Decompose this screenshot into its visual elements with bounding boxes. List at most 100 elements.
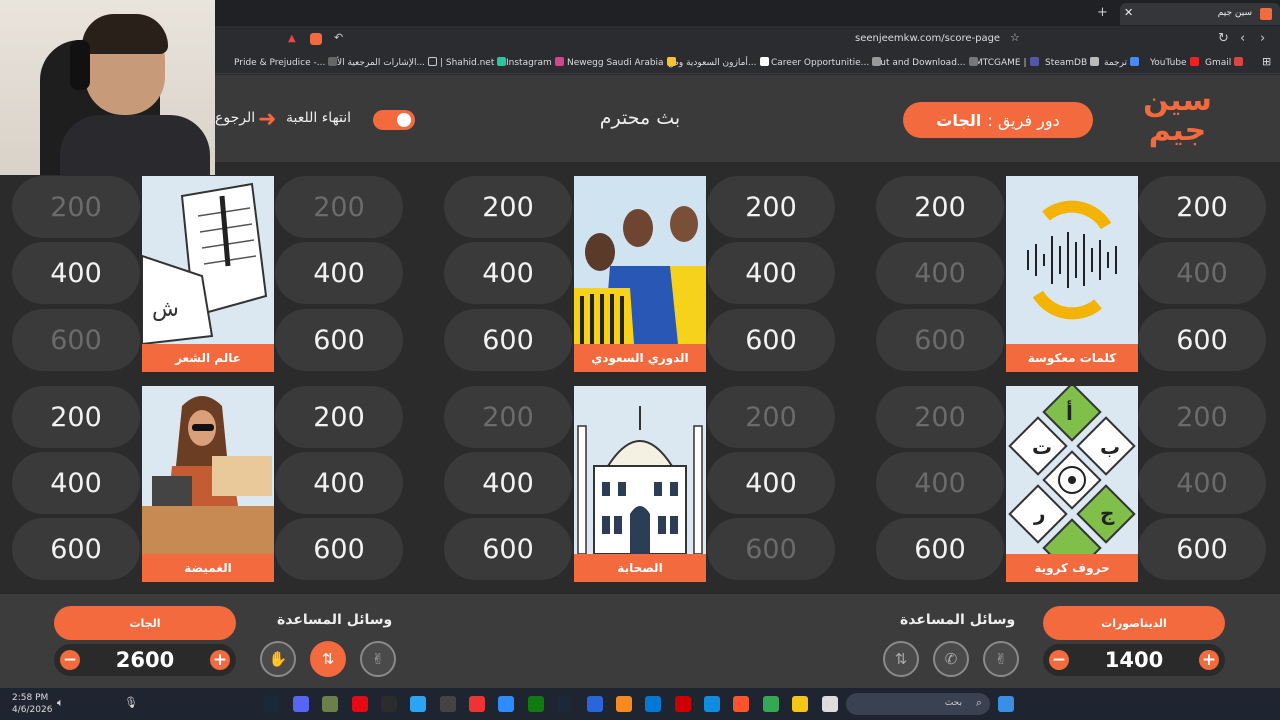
- search-icon: ⌕: [975, 696, 982, 709]
- forward-nav-icon[interactable]: ›: [1260, 31, 1265, 46]
- bookmark-item[interactable]: ترجمة: [1104, 57, 1142, 68]
- apps-grid-icon[interactable]: ⊞: [1262, 55, 1271, 68]
- davinci-icon[interactable]: [381, 696, 397, 712]
- xbox-icon[interactable]: [528, 696, 544, 712]
- points-button[interactable]: 400: [275, 452, 403, 514]
- end-game-button[interactable]: انتهاء اللعبة: [286, 110, 351, 126]
- discord-icon[interactable]: [293, 696, 309, 712]
- app-icon[interactable]: [675, 696, 691, 712]
- team-score-right: − 1400 +: [1043, 644, 1225, 676]
- hand-icon[interactable]: ✋: [260, 641, 296, 677]
- steam-icon[interactable]: [557, 696, 573, 712]
- points-button[interactable]: 600: [275, 518, 403, 580]
- taskbar-search[interactable]: بحث ⌕: [846, 693, 990, 715]
- points-button[interactable]: 200: [707, 176, 835, 238]
- category-label: الصحابة: [574, 554, 706, 582]
- game-title: بث محترم: [599, 107, 681, 129]
- team-score-left: − 2600 +: [54, 644, 236, 676]
- bookmark-item[interactable]: SteamDB: [1045, 57, 1102, 68]
- points-button[interactable]: 200: [1138, 176, 1266, 238]
- points-button[interactable]: 600: [444, 309, 572, 371]
- score-value: 1400: [1104, 648, 1164, 672]
- share-icon[interactable]: ↶: [334, 31, 343, 44]
- peace-hand-icon[interactable]: ✌: [360, 641, 396, 677]
- app-icon[interactable]: [410, 696, 426, 712]
- points-button[interactable]: 600: [1138, 309, 1266, 371]
- obs-icon[interactable]: [440, 696, 456, 712]
- reload-icon[interactable]: ↻: [1218, 31, 1229, 46]
- points-button[interactable]: 200: [876, 176, 1004, 238]
- points-button[interactable]: 400: [707, 452, 835, 514]
- points-button[interactable]: 400: [12, 452, 140, 514]
- clock[interactable]: 2:58 PM 4/6/2026: [12, 692, 52, 716]
- netflix-icon[interactable]: [352, 696, 368, 712]
- app-icon[interactable]: [822, 696, 838, 712]
- bookmark-item[interactable]: Gmail: [1205, 57, 1246, 68]
- plus-button[interactable]: +: [1199, 650, 1219, 670]
- poetry-paper-icon: ش: [142, 176, 274, 344]
- rewards-icon[interactable]: ▲: [288, 33, 296, 44]
- svg-text:ش: ش: [152, 297, 179, 322]
- bookmark-item[interactable]: Cut and Download...: [874, 57, 981, 68]
- bookmark-item[interactable]: MTCGAME |: [975, 57, 1042, 68]
- bookmark-folder[interactable]: الإشارات المرجعية الأ...: [337, 57, 440, 68]
- brave-shield-icon[interactable]: [310, 33, 322, 45]
- app-icon[interactable]: [587, 696, 603, 712]
- points-button[interactable]: 600: [444, 518, 572, 580]
- media-icon[interactable]: [469, 696, 485, 712]
- category-label: الدوري السعودي: [574, 344, 706, 372]
- bookmark-item[interactable]: أمازون السعودية وص...: [668, 57, 772, 68]
- back-button[interactable]: الرجوع: [215, 110, 255, 126]
- points-button[interactable]: 400: [444, 242, 572, 304]
- svg-text:ر: ر: [1033, 501, 1046, 525]
- points-button[interactable]: 400: [12, 242, 140, 304]
- category-label: الغميضة: [142, 554, 274, 582]
- points-button[interactable]: 400: [275, 242, 403, 304]
- category-label: عالم الشعر: [142, 344, 274, 372]
- two-answers-icon[interactable]: ⇅: [883, 641, 919, 677]
- points-button[interactable]: 600: [12, 518, 140, 580]
- brave-icon[interactable]: [733, 696, 749, 712]
- browser-tab[interactable]: ✕ سين جيم: [1120, 3, 1280, 25]
- bookmark-star-icon[interactable]: ☆: [1010, 31, 1020, 44]
- new-tab-icon[interactable]: +: [1097, 5, 1108, 20]
- points-button[interactable]: 200: [275, 386, 403, 448]
- points-button[interactable]: 600: [876, 518, 1004, 580]
- category-card: الدوري السعودي: [574, 176, 706, 372]
- points-button[interactable]: 400: [707, 242, 835, 304]
- back-nav-icon[interactable]: ‹: [1240, 31, 1245, 46]
- minus-button[interactable]: −: [60, 650, 80, 670]
- bookmark-item[interactable]: | Shahid.net: [440, 57, 509, 68]
- game-toggle[interactable]: [373, 110, 415, 130]
- points-button[interactable]: 600: [707, 309, 835, 371]
- url-text[interactable]: seenjeemkw.com/score-page: [855, 33, 1000, 44]
- aids-title-left: وسائل المساعدة: [277, 612, 393, 628]
- edge-icon[interactable]: [704, 696, 720, 712]
- points-button[interactable]: 600: [275, 309, 403, 371]
- bookmark-item[interactable]: Career Opportunitie...: [771, 57, 884, 68]
- store-icon[interactable]: [645, 696, 661, 712]
- points-button[interactable]: 600: [1138, 518, 1266, 580]
- phone-icon[interactable]: ✆: [933, 641, 969, 677]
- bookmark-item[interactable]: YouTube: [1150, 57, 1202, 68]
- app-icon[interactable]: [322, 696, 338, 712]
- svg-text:أ: أ: [1066, 399, 1073, 425]
- close-tab-icon[interactable]: ✕: [1124, 6, 1133, 19]
- zoom-icon[interactable]: [498, 696, 514, 712]
- two-answers-icon[interactable]: ⇅: [310, 641, 346, 677]
- minus-button[interactable]: −: [1049, 650, 1069, 670]
- plus-button[interactable]: +: [210, 650, 230, 670]
- bookmark-item[interactable]: Newegg Saudi Arabia: [567, 57, 679, 68]
- bookmark-item[interactable]: Instagram: [506, 57, 567, 68]
- vlc-icon[interactable]: [616, 696, 632, 712]
- windows-start-icon[interactable]: [998, 696, 1014, 712]
- mic-icon[interactable]: 🎙︎: [124, 696, 138, 709]
- steam-icon[interactable]: [263, 696, 279, 712]
- file-explorer-icon[interactable]: [792, 696, 808, 712]
- peace-hand-icon[interactable]: ✌: [983, 641, 1019, 677]
- points-button[interactable]: 400: [444, 452, 572, 514]
- points-button[interactable]: 200: [12, 386, 140, 448]
- bookmark-item[interactable]: Pride & Prejudice -...: [234, 57, 340, 68]
- volume-icon[interactable]: 🔈︎: [57, 696, 64, 710]
- chrome-icon[interactable]: [763, 696, 779, 712]
